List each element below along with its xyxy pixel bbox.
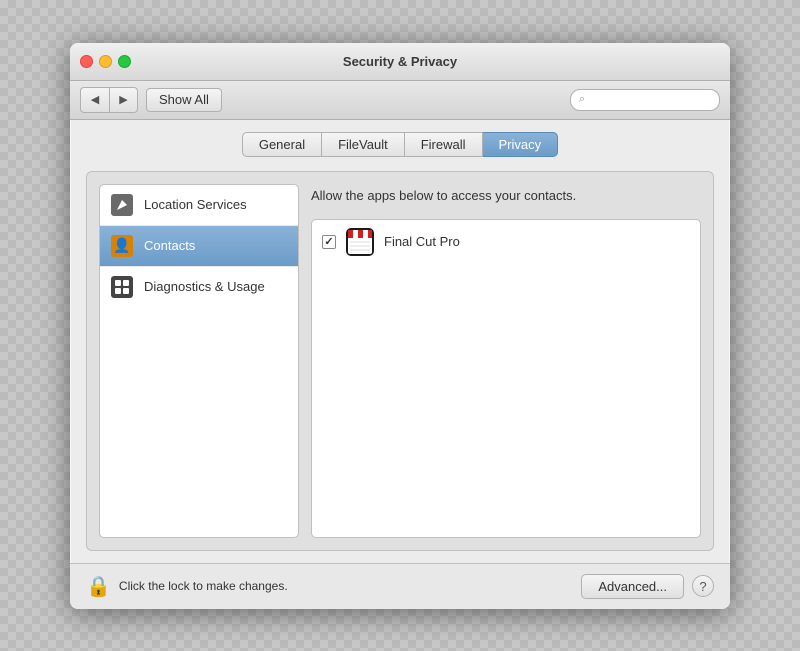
tab-filevault[interactable]: FileVault: [322, 132, 405, 157]
lock-text: Click the lock to make changes.: [119, 579, 288, 593]
finalcutpro-app-icon: [346, 228, 374, 256]
traffic-lights: [80, 55, 131, 68]
privacy-sidebar: Location Services 👤 Contacts: [99, 184, 299, 538]
window-title: Security & Privacy: [343, 54, 457, 69]
search-icon: ⌕: [579, 93, 585, 106]
right-panel: Allow the apps below to access your cont…: [311, 184, 701, 538]
app-list: Final Cut Pro: [311, 219, 701, 538]
diagnostics-label: Diagnostics & Usage: [144, 279, 265, 294]
nav-buttons: ◀ ▶: [80, 87, 138, 113]
back-button[interactable]: ◀: [81, 88, 109, 112]
diagnostics-icon: [110, 275, 134, 299]
titlebar: Security & Privacy: [70, 43, 730, 81]
search-input[interactable]: [589, 93, 711, 107]
contacts-icon: 👤: [110, 234, 134, 258]
location-services-icon: [110, 193, 134, 217]
forward-button[interactable]: ▶: [109, 88, 137, 112]
lock-area: 🔒 Click the lock to make changes.: [86, 574, 288, 599]
content-area: Location Services 👤 Contacts: [86, 171, 714, 551]
app-name-finalcutpro: Final Cut Pro: [384, 234, 460, 249]
advanced-button[interactable]: Advanced...: [581, 574, 684, 599]
show-all-button[interactable]: Show All: [146, 88, 222, 112]
location-arrow-icon: [115, 198, 129, 212]
sidebar-item-diagnostics[interactable]: Diagnostics & Usage: [100, 267, 298, 307]
location-services-label: Location Services: [144, 197, 247, 212]
app-checkbox-finalcutpro[interactable]: [322, 235, 336, 249]
maximize-button[interactable]: [118, 55, 131, 68]
tabs: General FileVault Firewall Privacy: [86, 132, 714, 157]
bottom-bar: 🔒 Click the lock to make changes. Advanc…: [70, 563, 730, 609]
search-box: ⌕: [570, 89, 720, 111]
system-preferences-window: Security & Privacy ◀ ▶ Show All ⌕ Genera…: [70, 43, 730, 609]
minimize-button[interactable]: [99, 55, 112, 68]
main-content: General FileVault Firewall Privacy Loc: [70, 120, 730, 563]
description-text: Allow the apps below to access your cont…: [311, 184, 701, 211]
app-list-item: Final Cut Pro: [312, 220, 700, 264]
close-button[interactable]: [80, 55, 93, 68]
grid-icon: [114, 279, 130, 295]
tab-privacy[interactable]: Privacy: [483, 132, 559, 157]
help-button[interactable]: ?: [692, 575, 714, 597]
tab-general[interactable]: General: [242, 132, 322, 157]
contacts-label: Contacts: [144, 238, 195, 253]
toolbar: ◀ ▶ Show All ⌕: [70, 81, 730, 120]
sidebar-item-contacts[interactable]: 👤 Contacts: [100, 226, 298, 267]
sidebar-item-location[interactable]: Location Services: [100, 185, 298, 226]
lock-icon[interactable]: 🔒: [86, 574, 111, 599]
tab-firewall[interactable]: Firewall: [405, 132, 483, 157]
